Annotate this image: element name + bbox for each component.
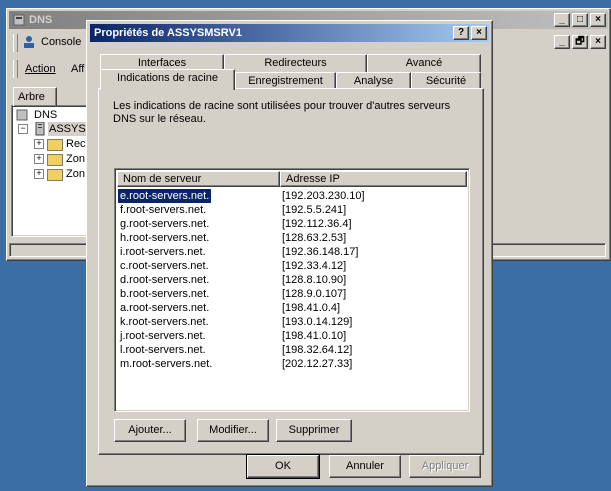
server-name-cell: j.root-servers.net. bbox=[120, 330, 206, 342]
console-user-icon bbox=[24, 36, 34, 48]
table-row[interactable]: f.root-servers.net. [192.5.5.241] bbox=[115, 203, 465, 217]
root-hints-description: Les indications de racine sont utilisées… bbox=[113, 100, 451, 125]
edit-button[interactable]: Modifier... bbox=[197, 419, 269, 442]
table-row[interactable]: k.root-servers.net. [193.0.14.129] bbox=[115, 315, 465, 329]
menu-console[interactable]: Console bbox=[41, 36, 81, 48]
folder-icon bbox=[47, 154, 63, 166]
ip-address-cell: [192.112.36.4] bbox=[282, 218, 352, 230]
table-row[interactable]: d.root-servers.net. [128.8.10.90] bbox=[115, 273, 465, 287]
properties-dialog: Propriétés de ASSYSMSRV1 ? × Interfaces … bbox=[86, 20, 493, 487]
server-icon bbox=[35, 122, 45, 136]
ip-address-cell: [128.63.2.53] bbox=[282, 232, 347, 244]
status-segment bbox=[9, 243, 89, 257]
table-row[interactable]: i.root-servers.net. [192.36.148.17] bbox=[115, 245, 465, 259]
toolbar-grip bbox=[13, 60, 18, 78]
toolbar-grip bbox=[13, 34, 18, 52]
tab-avance[interactable]: Avancé bbox=[367, 54, 481, 72]
dialog-title: Propriétés de ASSYSMSRV1 bbox=[94, 27, 242, 39]
menu-affichage[interactable]: Aff bbox=[71, 63, 84, 75]
server-name-cell: c.root-servers.net. bbox=[120, 260, 209, 272]
folder-icon bbox=[47, 139, 63, 151]
dns-app-icon bbox=[13, 14, 25, 26]
expand-icon[interactable]: + bbox=[34, 139, 44, 149]
add-button[interactable]: Ajouter... bbox=[114, 419, 186, 442]
collapse-icon[interactable]: − bbox=[18, 124, 28, 134]
server-name-cell: k.root-servers.net. bbox=[120, 316, 209, 328]
dialog-titlebar[interactable]: Propriétés de ASSYSMSRV1 ? × bbox=[90, 24, 489, 42]
server-name-cell: f.root-servers.net. bbox=[120, 204, 207, 216]
table-row[interactable]: m.root-servers.net. [202.12.27.33] bbox=[115, 357, 465, 371]
server-name-cell: e.root-servers.net. bbox=[116, 188, 213, 204]
expand-icon[interactable]: + bbox=[34, 154, 44, 164]
table-row[interactable]: b.root-servers.net. [128.9.0.107] bbox=[115, 287, 465, 301]
root-hints-panel: Les indications de racine sont utilisées… bbox=[98, 88, 484, 455]
ip-address-cell: [192.203.230.10] bbox=[282, 190, 365, 202]
help-button[interactable]: ? bbox=[453, 26, 469, 40]
tab-arbre[interactable]: Arbre bbox=[13, 87, 57, 106]
server-name-cell: m.root-servers.net. bbox=[120, 358, 213, 370]
ok-button[interactable]: OK bbox=[246, 454, 320, 479]
column-header-server-name[interactable]: Nom de serveur bbox=[117, 171, 280, 187]
dns-root-icon bbox=[16, 109, 28, 121]
server-name-cell: h.root-servers.net. bbox=[120, 232, 210, 244]
ip-address-cell: [192.36.148.17] bbox=[282, 246, 359, 258]
folder-icon bbox=[47, 169, 63, 181]
tab-redirecteurs[interactable]: Redirecteurs bbox=[224, 54, 367, 72]
ip-address-cell: [198.41.0.10] bbox=[282, 330, 347, 342]
cancel-button[interactable]: Annuler bbox=[329, 455, 401, 478]
child-minimize-button[interactable]: _ bbox=[554, 35, 570, 49]
ip-address-cell: [198.41.0.4] bbox=[282, 302, 341, 314]
apply-button[interactable]: Appliquer bbox=[409, 455, 481, 478]
delete-button[interactable]: Supprimer bbox=[276, 419, 352, 442]
tab-indications-de-racine[interactable]: Indications de racine bbox=[100, 69, 235, 90]
tree-pane[interactable]: DNS − ASSYSM + Rec + Zon + Zon bbox=[11, 105, 96, 237]
server-name-cell: g.root-servers.net. bbox=[120, 218, 210, 230]
ip-address-cell: [193.0.14.129] bbox=[282, 316, 353, 328]
menu-action[interactable]: Action bbox=[25, 63, 56, 75]
maximize-button[interactable]: □ bbox=[572, 13, 588, 27]
table-row[interactable]: c.root-servers.net. [192.33.4.12] bbox=[115, 259, 465, 273]
table-row[interactable]: l.root-servers.net. [198.32.64.12] bbox=[115, 343, 465, 357]
server-name-cell: i.root-servers.net. bbox=[120, 246, 206, 258]
server-name-cell: b.root-servers.net. bbox=[120, 288, 210, 300]
ip-address-cell: [128.9.0.107] bbox=[282, 288, 347, 300]
server-name-cell: l.root-servers.net. bbox=[120, 344, 206, 356]
child-close-button[interactable]: × bbox=[590, 35, 606, 49]
table-row[interactable]: a.root-servers.net. [198.41.0.4] bbox=[115, 301, 465, 315]
ip-address-cell: [202.12.27.33] bbox=[282, 358, 353, 370]
column-header-ip-address[interactable]: Adresse IP bbox=[280, 171, 467, 187]
ip-address-cell: [128.8.10.90] bbox=[282, 274, 347, 286]
ip-address-cell: [192.33.4.12] bbox=[282, 260, 347, 272]
table-row[interactable]: e.root-servers.net. [192.203.230.10] bbox=[115, 188, 465, 204]
table-row[interactable]: j.root-servers.net. [198.41.0.10] bbox=[115, 329, 465, 343]
status-segment bbox=[489, 243, 606, 257]
ip-address-cell: [192.5.5.241] bbox=[282, 204, 347, 216]
minimize-button[interactable]: _ bbox=[554, 13, 570, 27]
server-name-cell: a.root-servers.net. bbox=[120, 302, 210, 314]
dns-window-title: DNS bbox=[29, 14, 53, 26]
close-button[interactable]: × bbox=[590, 13, 606, 27]
table-row[interactable]: g.root-servers.net. [192.112.36.4] bbox=[115, 217, 465, 231]
dialog-close-button[interactable]: × bbox=[471, 26, 487, 40]
root-servers-list[interactable]: Nom de serveur Adresse IP e.root-servers… bbox=[114, 168, 470, 412]
expand-icon[interactable]: + bbox=[34, 169, 44, 179]
table-row[interactable]: h.root-servers.net. [128.63.2.53] bbox=[115, 231, 465, 245]
ip-address-cell: [198.32.64.12] bbox=[282, 344, 353, 356]
server-name-cell: d.root-servers.net. bbox=[120, 274, 210, 286]
child-restore-button[interactable]: 🗗 bbox=[572, 35, 588, 49]
